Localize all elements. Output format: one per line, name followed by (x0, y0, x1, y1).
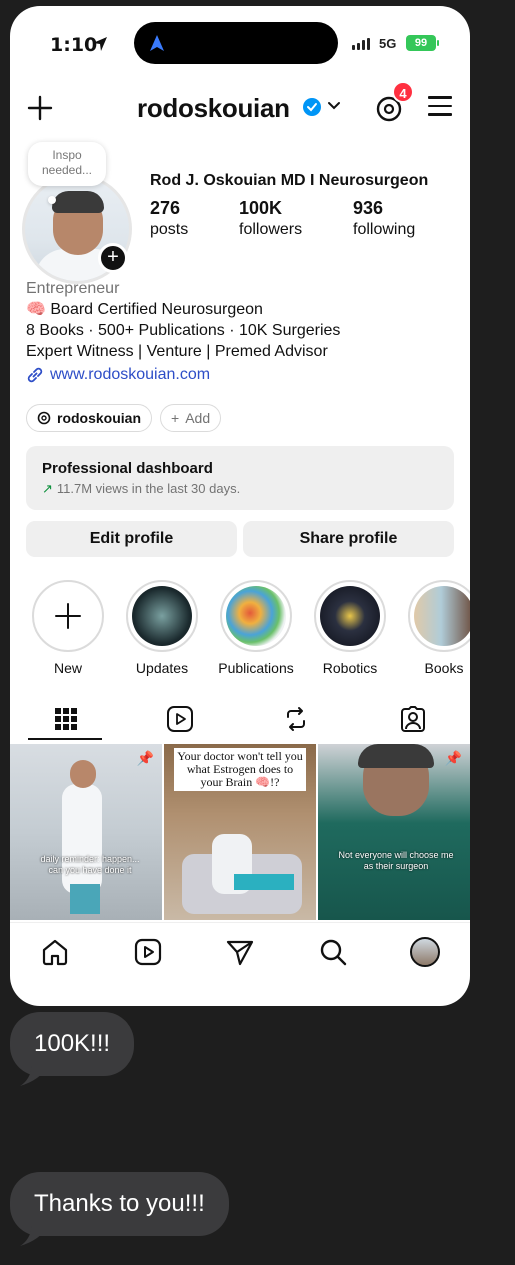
active-tab-underline (28, 738, 102, 740)
status-time: 1:10 (50, 34, 98, 56)
highlight-new[interactable]: New (30, 580, 106, 676)
chevron-down-icon[interactable] (327, 101, 341, 111)
status-bar: 1:10 5G 99 (10, 6, 470, 86)
reels-tab-icon[interactable] (165, 704, 195, 734)
reels-icon[interactable] (133, 937, 163, 967)
bio-line: 8 Books · 500+ Publications · 10K Surger… (26, 322, 341, 339)
dashboard-title: Professional dashboard (42, 460, 213, 477)
battery-tip (437, 40, 439, 46)
post-tile[interactable]: Your doctor won't tell you what Estrogen… (164, 744, 316, 920)
profile-actions: Edit profile Share profile (26, 521, 454, 557)
bio: Entrepreneur 🧠 Board Certified Neurosurg… (26, 278, 340, 385)
stat-value: 100K (239, 198, 283, 218)
username-title[interactable]: rodoskouian (137, 93, 290, 124)
plus-icon: + (171, 410, 180, 426)
note-dot (48, 196, 56, 204)
home-icon[interactable] (40, 937, 70, 967)
bubble-tail (20, 1066, 48, 1086)
battery-icon: 99 (406, 35, 436, 51)
bubble-tail (20, 1226, 48, 1246)
profile-tab-avatar[interactable] (410, 937, 440, 967)
bio-line: Expert Witness | Venture | Premed Adviso… (26, 343, 328, 360)
network-label: 5G (379, 36, 397, 51)
professional-dashboard[interactable]: Professional dashboard ↗ 11.7M views in t… (26, 446, 454, 510)
stat-followers[interactable]: 100K followers (239, 198, 302, 239)
menu-hamburger-icon[interactable] (428, 96, 452, 120)
stat-label: following (353, 221, 416, 238)
notification-badge: 4 (392, 81, 414, 103)
threads-pill-label: rodoskouian (57, 410, 142, 426)
profile-tabs (10, 698, 470, 742)
phone-screenshot: 1:10 5G 99 rodoskouian 4 Inspo needed...… (10, 6, 470, 1006)
highlight-label: Robotics (322, 660, 378, 676)
pin-icon: 📌 (136, 750, 154, 766)
verified-badge-icon (303, 98, 321, 116)
full-name: Rod J. Oskouian MD I Neurosurgeon (150, 172, 429, 189)
stat-following[interactable]: 936 following (353, 198, 415, 239)
post-caption: Your doctor won't tell you what Estrogen… (174, 748, 306, 791)
stat-value: 936 (353, 198, 384, 218)
highlight-robotics[interactable]: Robotics (312, 580, 388, 676)
edit-profile-button[interactable]: Edit profile (26, 521, 237, 557)
threads-pill[interactable]: rodoskouian (26, 404, 153, 432)
plus-icon (55, 603, 81, 629)
add-pill-label: Add (185, 410, 211, 426)
post-tile[interactable]: 📌 Not everyone will choose me as their s… (318, 744, 470, 920)
highlight-publications[interactable]: Publications (218, 580, 294, 676)
search-icon[interactable] (318, 937, 348, 967)
profile-header: rodoskouian 4 (10, 81, 470, 130)
signal-icon (352, 38, 370, 50)
highlight-updates[interactable]: Updates (124, 580, 200, 676)
threads-small-icon (37, 411, 51, 425)
post-tile[interactable]: 📌 daily reminder: happen... can you have… (10, 744, 162, 920)
highlight-label: Books (424, 660, 464, 676)
share-profile-button[interactable]: Share profile (243, 521, 454, 557)
post-caption: daily reminder: happen... can you have d… (40, 854, 140, 875)
add-story-plus-icon[interactable]: + (98, 243, 128, 273)
highlight-label: New (53, 660, 82, 676)
link-icon (27, 367, 43, 382)
dynamic-island (134, 22, 338, 64)
bottom-tab-bar (10, 922, 470, 974)
create-plus-icon[interactable] (26, 94, 54, 122)
highlight-label: Publications (218, 660, 294, 676)
bio-category: Entrepreneur (26, 280, 120, 297)
posts-grid: 📌 daily reminder: happen... can you have… (10, 744, 470, 920)
tagged-tab-icon[interactable] (398, 704, 428, 734)
reposts-tab-icon[interactable] (281, 704, 311, 734)
location-arrow-icon (93, 37, 107, 51)
profile-pills: rodoskouian + Add (26, 404, 222, 432)
pin-icon: 📌 (444, 750, 462, 766)
bio-link[interactable]: www.rodoskouian.com (26, 364, 340, 385)
highlight-books[interactable]: Books (406, 580, 470, 676)
trend-up-icon: ↗ (42, 481, 53, 496)
link-text[interactable]: www.rodoskouian.com (50, 364, 210, 385)
stat-label: posts (150, 221, 189, 238)
post-caption: Not everyone will choose me as their sur… (338, 850, 454, 871)
note-bubble[interactable]: Inspo needed... (28, 142, 106, 186)
dashboard-subtitle: 11.7M views in the last 30 days. (56, 481, 241, 496)
add-pill[interactable]: + Add (160, 404, 222, 432)
grid-tab-icon[interactable] (51, 704, 81, 734)
stat-label: followers (239, 221, 303, 238)
highlight-label: Updates (135, 660, 189, 676)
send-icon[interactable] (225, 937, 255, 967)
stat-posts[interactable]: 276 posts (150, 198, 188, 239)
navigation-arrow-icon (150, 35, 164, 51)
dashboard-subtitle-row: ↗ 11.7M views in the last 30 days. (42, 481, 438, 497)
bio-line: 🧠 Board Certified Neurosurgeon (26, 301, 263, 318)
stat-value: 276 (150, 198, 181, 218)
